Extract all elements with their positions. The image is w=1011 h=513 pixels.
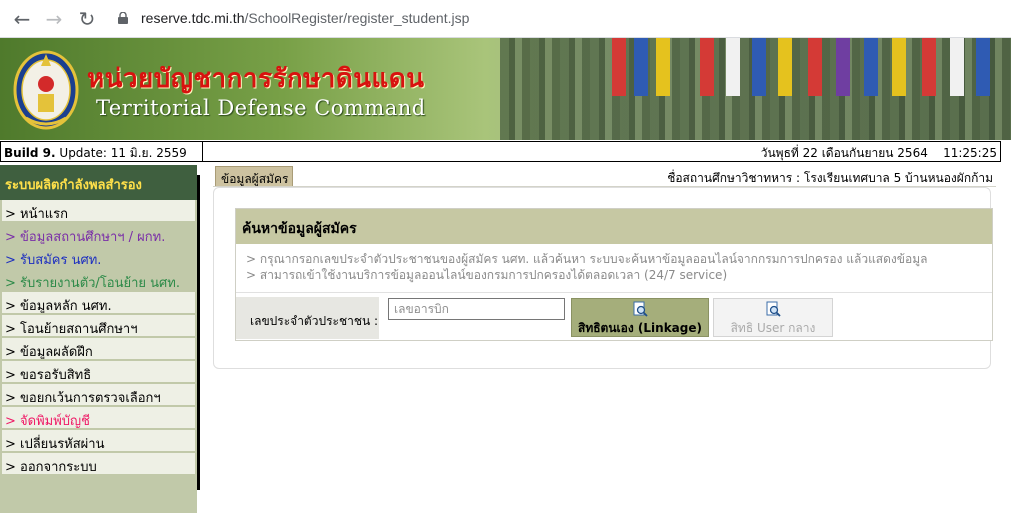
sidebar-item-label: > ข้อมูลสถานศึกษาฯ / ผกท. bbox=[5, 230, 166, 245]
sidebar-item-register[interactable]: > รับสมัคร นศท. bbox=[2, 246, 195, 268]
flag-decoration bbox=[778, 38, 792, 96]
flag-decoration bbox=[752, 38, 766, 96]
divider bbox=[236, 292, 992, 293]
sidebar-menu: ระบบผลิตกำลังพลสำรอง > หน้าแรก > ข้อมูลส… bbox=[0, 165, 197, 513]
build-info: Build 9. Update: 11 มิ.ย. 2559 bbox=[4, 144, 187, 163]
sidebar-item-label: > ขอรอรับสิทธิ bbox=[5, 368, 92, 383]
flag-decoration bbox=[612, 38, 626, 96]
sidebar-item-home[interactable]: > หน้าแรก bbox=[2, 200, 195, 222]
id-number-input[interactable] bbox=[388, 298, 565, 320]
sidebar-item-label: > รับรายงานตัว/โอนย้าย นศท. bbox=[5, 276, 180, 291]
flag-decoration bbox=[656, 38, 670, 96]
search-title: ค้นหาข้อมูลผู้สมัคร bbox=[236, 209, 992, 244]
build-label: Build 9. bbox=[4, 146, 56, 160]
sidebar-divider bbox=[197, 175, 200, 490]
flag-decoration bbox=[864, 38, 878, 96]
sidebar-item-label: > ขอยกเว้นการตรวจเลือกฯ bbox=[5, 391, 161, 406]
banner-title-thai: หน่วยบัญชาการรักษาดินแดน bbox=[87, 64, 425, 94]
flag-decoration bbox=[950, 38, 964, 96]
sidebar-item-label: > เปลี่ยนรหัสผ่าน bbox=[5, 437, 105, 452]
sidebar-item-label: > รับสมัคร นศท. bbox=[5, 253, 102, 268]
back-arrow-icon[interactable]: ← bbox=[11, 8, 33, 30]
sidebar-item-report-transfer[interactable]: > รับรายงานตัว/โอนย้าย นศท. bbox=[2, 269, 195, 291]
status-bar: Build 9. Update: 11 มิ.ย. 2559 วันพุธที่… bbox=[0, 141, 1001, 162]
update-text: Update: 11 มิ.ย. 2559 bbox=[55, 146, 187, 160]
central-button-label: สิทธิ User กลาง bbox=[730, 321, 816, 335]
tdc-emblem-logo bbox=[13, 50, 79, 130]
flag-decoration bbox=[922, 38, 936, 96]
sidebar-item-training-batch[interactable]: > ข้อมูลผลัดฝึก bbox=[2, 338, 195, 360]
id-number-label: เลขประจำตัวประชาชน : bbox=[236, 297, 379, 339]
sidebar-item-school-info[interactable]: > ข้อมูลสถานศึกษาฯ / ผกท. bbox=[2, 223, 195, 245]
linkage-button-label: สิทธิตนเอง (Linkage) bbox=[578, 321, 702, 335]
sidebar-item-label: > ข้อมูลผลัดฝึก bbox=[5, 345, 93, 360]
sidebar-item-label: > ออกจากระบบ bbox=[5, 460, 97, 475]
sidebar-item-change-password[interactable]: > เปลี่ยนรหัสผ่าน bbox=[2, 430, 195, 452]
sidebar-item-print-list[interactable]: > จัดพิมพ์บัญชี bbox=[2, 407, 195, 429]
sidebar-item-await-rights[interactable]: > ขอรอรับสิทธิ bbox=[2, 361, 195, 383]
sidebar-item-label: > หน้าแรก bbox=[5, 207, 69, 222]
flag-decoration bbox=[634, 38, 648, 96]
address-bar[interactable]: reserve.tdc.mi.th/SchoolRegister/registe… bbox=[141, 10, 469, 26]
banner-title-english: Territorial Defense Command bbox=[96, 96, 426, 120]
sidebar-item-school-transfer[interactable]: > โอนย้ายสถานศึกษาฯ bbox=[2, 315, 195, 337]
sidebar-header: ระบบผลิตกำลังพลสำรอง bbox=[0, 165, 197, 200]
central-user-button[interactable]: สิทธิ User กลาง bbox=[713, 298, 833, 337]
reload-icon[interactable]: ↻ bbox=[76, 8, 98, 30]
flag-decoration bbox=[808, 38, 822, 96]
magnifier-document-icon bbox=[766, 301, 781, 317]
sidebar-item-logout[interactable]: > ออกจากระบบ bbox=[2, 453, 195, 475]
url-path: /SchoolRegister/register_student.jsp bbox=[244, 10, 470, 26]
sidebar-item-main-data[interactable]: > ข้อมูลหลัก นศท. bbox=[2, 292, 195, 314]
forward-arrow-icon[interactable]: → bbox=[43, 8, 65, 30]
status-divider bbox=[202, 142, 203, 161]
search-applicant-box: ค้นหาข้อมูลผู้สมัคร > กรุณากรอกเลขประจำต… bbox=[235, 208, 993, 341]
sidebar-item-label: > โอนย้ายสถานศึกษาฯ bbox=[5, 322, 138, 337]
flag-decoration bbox=[892, 38, 906, 96]
flag-decoration bbox=[726, 38, 740, 96]
flag-decoration bbox=[836, 38, 850, 96]
header-banner: หน่วยบัญชาการรักษาดินแดน Territorial Def… bbox=[0, 38, 1011, 140]
url-host: reserve.tdc.mi.th bbox=[141, 10, 245, 26]
sidebar-item-exemption[interactable]: > ขอยกเว้นการตรวจเลือกฯ bbox=[2, 384, 195, 406]
search-note-2: > สามารถเข้าใช้งานบริการข้อมูลออนไลน์ของ… bbox=[246, 268, 728, 282]
school-name: ชื่อสถานศึกษาวิชาทหาร : โรงเรียนเทศบาล 5… bbox=[667, 171, 993, 185]
lock-icon[interactable] bbox=[118, 12, 128, 24]
flag-decoration bbox=[700, 38, 714, 96]
tab-applicant-info[interactable]: ข้อมูลผู้สมัคร bbox=[215, 166, 293, 186]
linkage-search-button[interactable]: สิทธิตนเอง (Linkage) bbox=[571, 298, 709, 337]
flag-decoration bbox=[976, 38, 990, 96]
browser-toolbar: ← → ↻ reserve.tdc.mi.th/SchoolRegister/r… bbox=[0, 0, 1011, 38]
current-datetime: วันพุธที่ 22 เดือนกันยายน 2564 11:25:25 bbox=[760, 146, 997, 160]
sidebar-item-label: > จัดพิมพ์บัญชี bbox=[5, 414, 90, 429]
sidebar-item-label: > ข้อมูลหลัก นศท. bbox=[5, 299, 112, 314]
magnifier-document-icon bbox=[633, 301, 648, 317]
